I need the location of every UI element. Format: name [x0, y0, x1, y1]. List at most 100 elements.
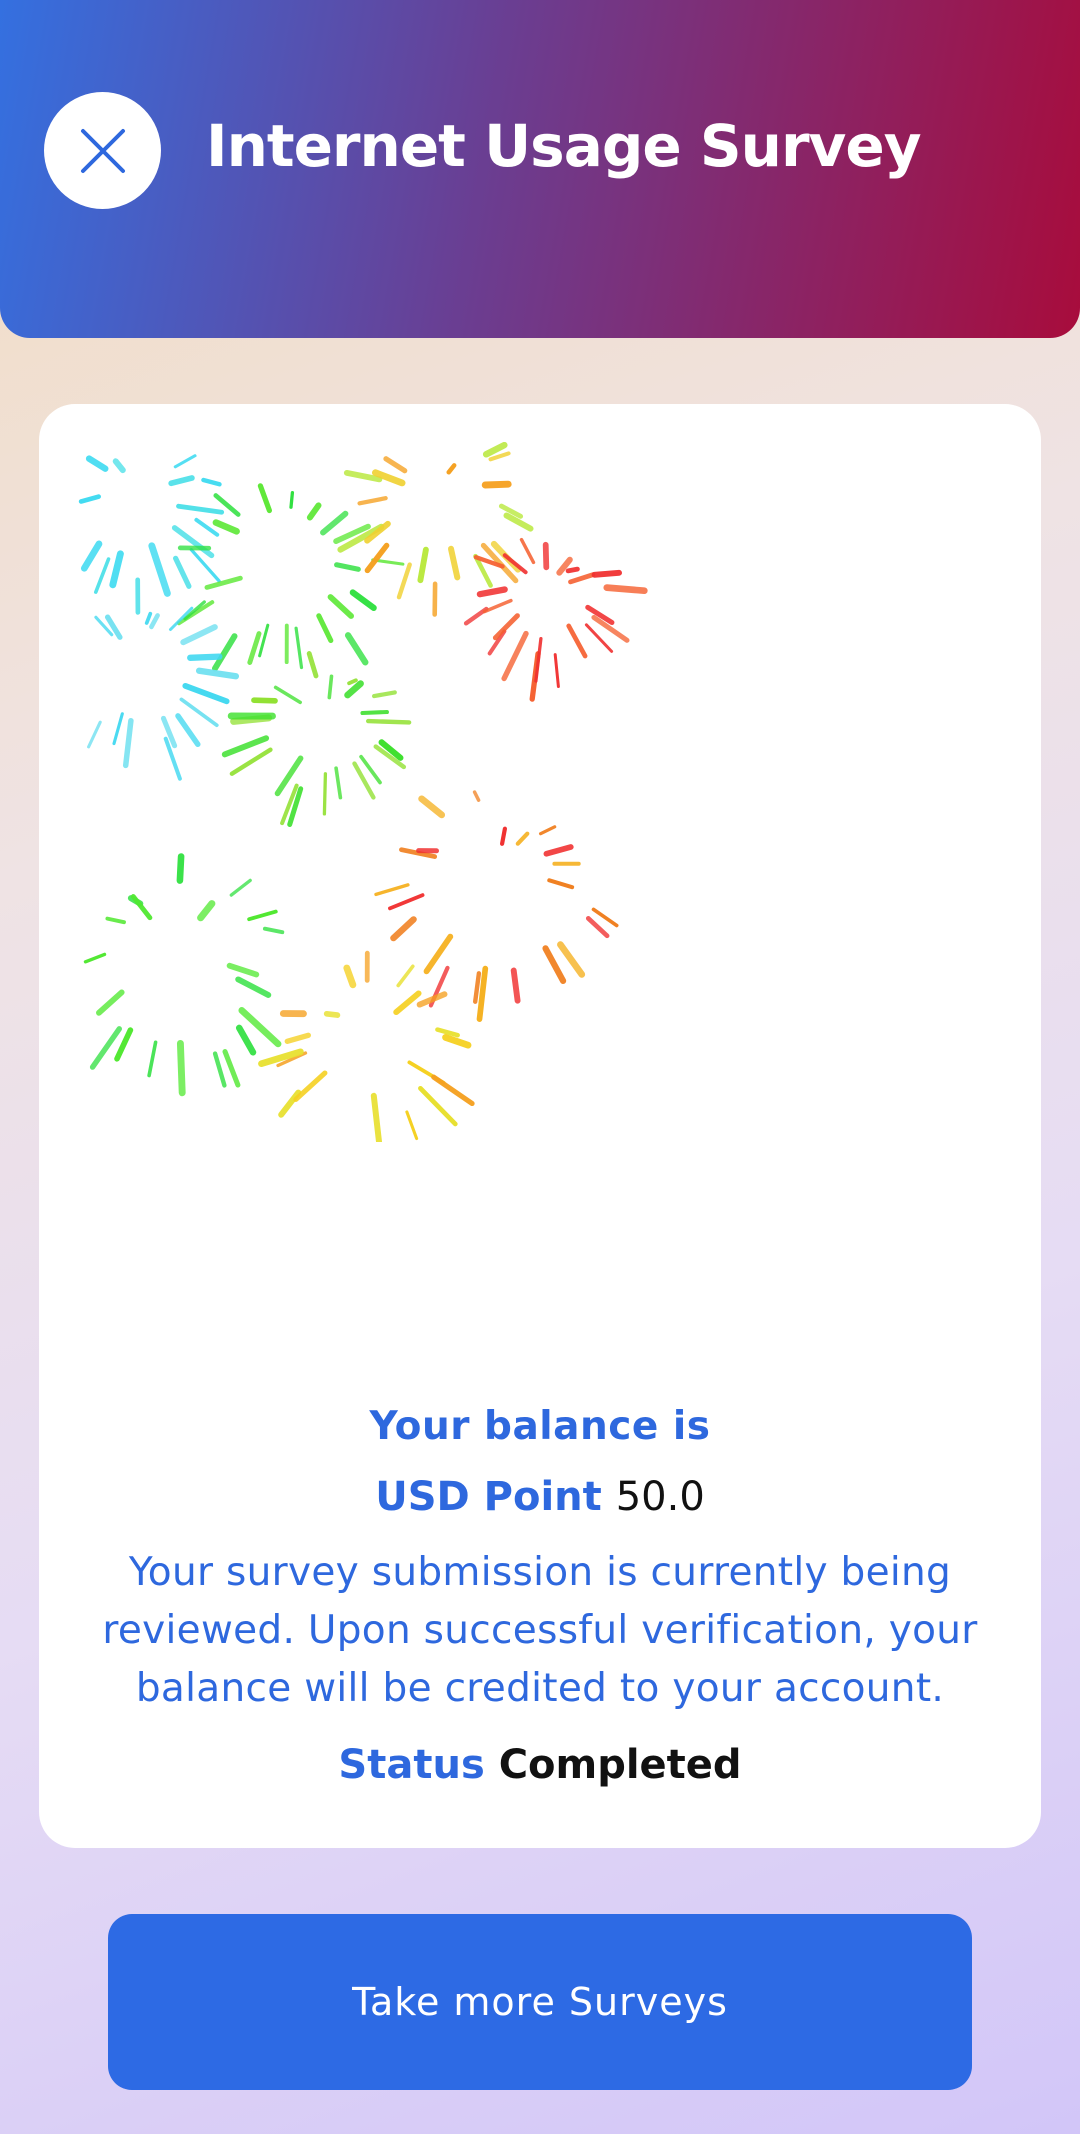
firework-streak [565, 566, 580, 574]
firework-streak [109, 550, 124, 589]
firework-streak [147, 1040, 158, 1078]
firework-streak [393, 990, 422, 1016]
firework-streak [258, 623, 270, 658]
firework-streak [201, 477, 222, 487]
firework-streak [130, 894, 153, 921]
status-value: Completed [498, 1742, 742, 1788]
firework-streak [388, 893, 425, 911]
firework-streak [334, 766, 343, 800]
firework-streak [390, 916, 417, 942]
firework-streak [212, 633, 238, 672]
firework-streak [482, 598, 513, 614]
fireworks-animation [78, 442, 648, 1142]
firework-streak [418, 1085, 458, 1127]
firework-streak [431, 1074, 475, 1107]
firework-streak [472, 790, 481, 802]
firework-streak [105, 916, 126, 925]
firework-streak [547, 878, 575, 890]
firework-streak [112, 458, 126, 474]
balance-value: 50.0 [615, 1474, 705, 1520]
firework-streak [482, 442, 508, 458]
firework-streak [448, 545, 461, 581]
firework-streak [284, 1032, 312, 1044]
firework-streak [221, 735, 270, 758]
firework-streak [247, 909, 278, 922]
take-more-surveys-button[interactable]: Take more Surveys [108, 1914, 972, 2090]
firework-streak [294, 626, 304, 670]
firework-streak [383, 456, 408, 474]
firework-streak [543, 844, 574, 857]
firework-streak [510, 967, 521, 1004]
firework-streak [316, 613, 334, 644]
firework-streak [519, 537, 536, 565]
firework-streak [112, 712, 124, 746]
firework-streak [148, 542, 171, 597]
firework-streak [257, 483, 272, 514]
firework-streak [446, 463, 457, 475]
firework-streak [476, 586, 508, 598]
firework-streak [85, 455, 109, 472]
firework-streak [212, 519, 240, 535]
firework-streak [360, 709, 389, 716]
firework-streak [179, 697, 219, 728]
firework-streak [175, 713, 201, 748]
firework-streak [195, 667, 240, 680]
firework-streak [370, 1092, 382, 1142]
firework-streak [418, 795, 446, 819]
firework-streak [114, 1027, 134, 1062]
firework-streak [197, 900, 216, 922]
firework-streak [235, 976, 272, 998]
firework-streak [204, 575, 243, 590]
firework-streak [396, 562, 412, 600]
firework-streak [568, 572, 596, 585]
firework-streak [78, 494, 102, 504]
firework-streak [187, 653, 223, 661]
firework-streak [591, 907, 619, 928]
firework-streak [539, 825, 557, 836]
close-button[interactable] [44, 92, 161, 209]
firework-streak [293, 1070, 328, 1102]
firework-streak [83, 952, 107, 964]
review-message: Your survey submission is currently bein… [102, 1550, 978, 1711]
result-card: Your balance is USD Point 50.0 Your surv… [39, 404, 1041, 1848]
firework-streak [396, 964, 415, 988]
firework-streak [357, 496, 388, 506]
firework-streak [247, 631, 262, 665]
firework-streak [344, 680, 364, 699]
firework-streak [364, 542, 390, 574]
firework-streak [168, 475, 195, 487]
firework-streak [289, 491, 295, 509]
firework-streak [95, 989, 125, 1016]
firework-streak [149, 613, 160, 630]
status-line: Status Completed [39, 1742, 1041, 1788]
firework-streak [122, 717, 134, 769]
firework-streak [87, 720, 102, 749]
firework-streak [327, 674, 334, 700]
firework-streak [405, 1110, 419, 1141]
firework-streak [557, 941, 586, 978]
firework-streak [344, 632, 369, 666]
currency-label: USD Point [375, 1474, 602, 1520]
firework-streak [347, 678, 358, 686]
balance-label: Your balance is [369, 1404, 711, 1449]
firework-streak [251, 697, 278, 704]
status-label: Status [338, 1742, 485, 1788]
firework-streak [278, 1089, 302, 1118]
balance-line: USD Point 50.0 [39, 1474, 1041, 1520]
firework-streak [80, 540, 103, 572]
firework-streak [603, 584, 648, 595]
firework-streak [176, 1039, 186, 1097]
firework-streak [591, 569, 622, 578]
firework-streak [417, 546, 429, 584]
firework-streak [273, 685, 302, 705]
firework-streak [515, 831, 530, 846]
firework-streak [176, 853, 185, 884]
firework-streak [442, 1034, 472, 1049]
firework-streak [235, 1024, 257, 1056]
firework-streak [553, 653, 560, 688]
firework-streak [542, 945, 567, 985]
firework-streak [229, 747, 273, 776]
firework-streak [349, 589, 377, 611]
firework-streak [372, 690, 397, 699]
page-title: Internet Usage Survey [206, 112, 922, 180]
